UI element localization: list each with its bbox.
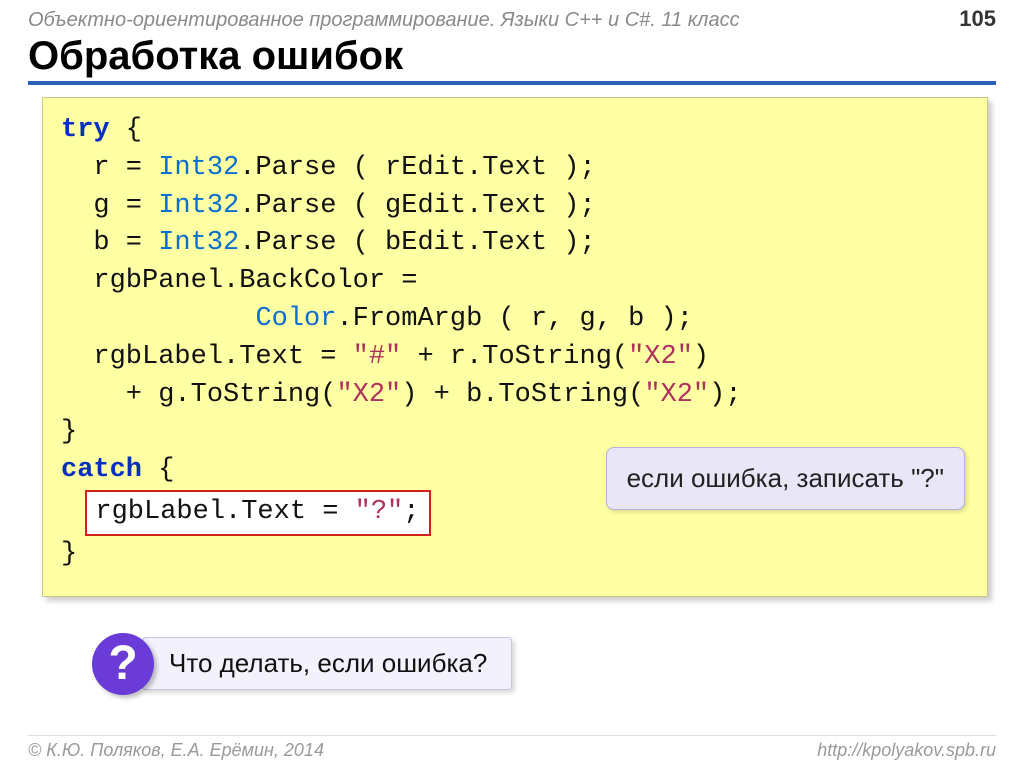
slide-footer: © К.Ю. Поляков, Е.А. Ерёмин, 2014 http:/… [28,735,996,761]
code-box: try { r = Int32.Parse ( rEdit.Text ); g … [42,97,988,597]
code-text: .FromArgb ( r, g, b ); [336,304,692,334]
code-wrap: try { r = Int32.Parse ( rEdit.Text ); g … [42,97,988,597]
slide-header: Объектно-ориентированное программировани… [28,0,996,32]
course-title: Объектно-ориентированное программировани… [28,9,740,32]
page-number: 105 [959,6,996,32]
footer-copyright: © К.Ю. Поляков, Е.А. Ерёмин, 2014 [28,740,324,761]
str: "X2" [628,342,693,372]
code-text: + g.ToString( [61,380,336,410]
cls-int32: Int32 [158,191,239,221]
question-icon: ? [92,633,154,695]
cls-color: Color [255,304,336,334]
code-text: ) [693,342,709,372]
question-text: Что делать, если ошибка? [142,637,512,690]
code-text: ) + b.ToString( [401,380,644,410]
cls-int32: Int32 [158,228,239,258]
code-text: g = [61,191,158,221]
code-text [61,304,255,334]
kw-try: try [61,115,110,145]
code-text: } [61,539,77,569]
footer-url: http://kpolyakov.spb.ru [817,740,996,761]
callout: если ошибка, записать "?" [606,447,965,509]
code-text: rgbLabel.Text = [61,342,353,372]
question-row: ? Что делать, если ошибка? [92,633,996,695]
str: "X2" [336,380,401,410]
code-text: + r.ToString( [401,342,628,372]
code-text: } [61,417,77,447]
code-text: ); [709,380,741,410]
str: "X2" [644,380,709,410]
code-text: r = [61,153,158,183]
str: "#" [353,342,402,372]
catch-highlight: rgbLabel.Text = "?"; [85,490,431,536]
str: "?" [355,497,404,527]
code-text: .Parse ( bEdit.Text ); [239,228,595,258]
kw-catch: catch [61,455,142,485]
code-text: rgbPanel.BackColor = [61,266,417,296]
code-text: rgbLabel.Text = [95,497,354,527]
slide: Объектно-ориентированное программировани… [0,0,1024,767]
code-text: .Parse ( gEdit.Text ); [239,191,595,221]
code-text: { [142,455,174,485]
page-title: Обработка ошибок [28,34,996,85]
code-text: b = [61,228,158,258]
code-text: ; [403,497,419,527]
code-text: .Parse ( rEdit.Text ); [239,153,595,183]
code-text: { [110,115,142,145]
cls-int32: Int32 [158,153,239,183]
